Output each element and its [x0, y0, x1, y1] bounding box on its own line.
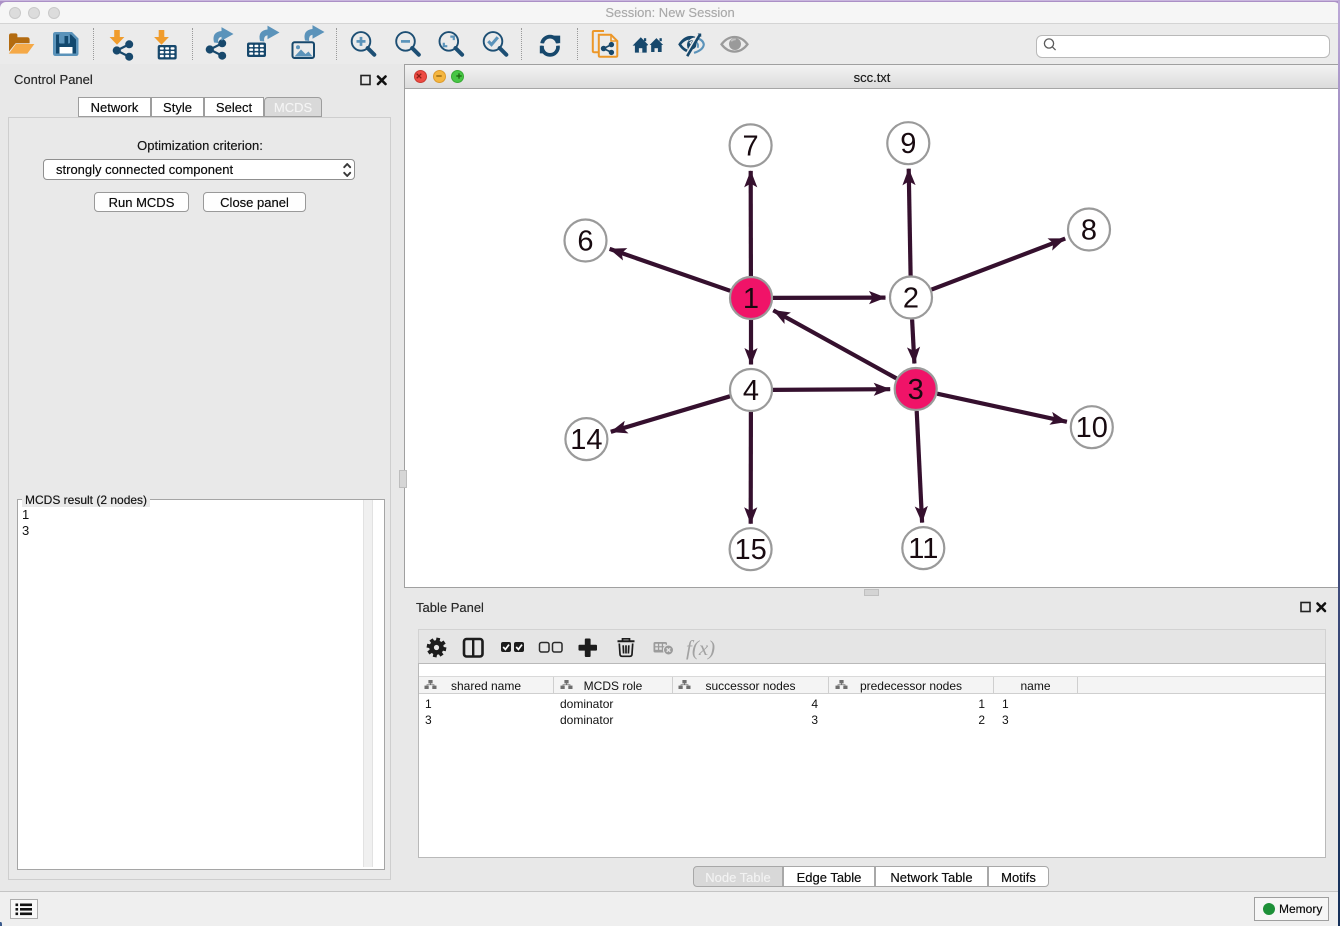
svg-text:f(x): f(x): [686, 636, 715, 660]
